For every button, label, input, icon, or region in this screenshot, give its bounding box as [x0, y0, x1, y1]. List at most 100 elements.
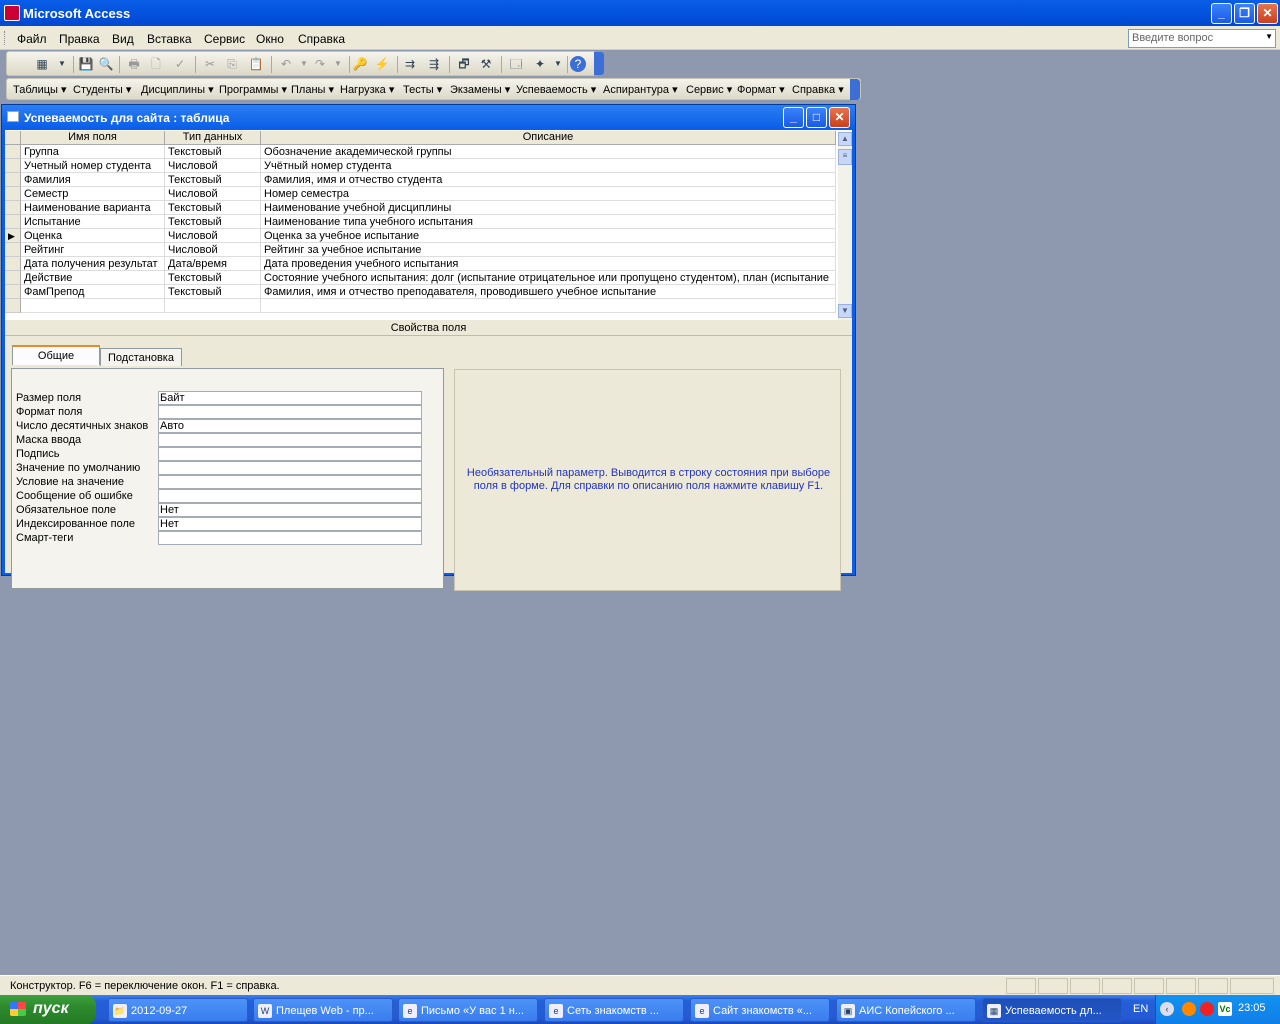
menu-window[interactable]: Окно: [256, 32, 284, 46]
insert-rows-icon[interactable]: ⇉: [401, 55, 419, 73]
chevron-down-icon[interactable]: ▼: [1265, 32, 1273, 41]
tab-general[interactable]: Общие: [12, 345, 100, 365]
data-type-cell[interactable]: Текстовый: [165, 145, 261, 159]
task-ie-1[interactable]: e Письмо «У вас 1 н...: [398, 998, 538, 1022]
save-icon[interactable]: 💾: [77, 55, 95, 73]
data-type-cell[interactable]: Числовой: [165, 159, 261, 173]
task-folder[interactable]: 📁 2012-09-27: [108, 998, 248, 1022]
start-button[interactable]: пуск: [0, 995, 96, 1024]
menu-help[interactable]: Справка: [298, 32, 345, 46]
table-row[interactable]: Группа Текстовый Обозначение академической…: [5, 145, 836, 159]
indexes-icon[interactable]: ⚡: [373, 55, 391, 73]
menu-file[interactable]: Файл: [17, 32, 47, 46]
redo-icon[interactable]: ↷: [311, 55, 329, 73]
row-selector[interactable]: [5, 271, 21, 285]
row-selector[interactable]: [5, 215, 21, 229]
data-type-cell[interactable]: Числовой: [165, 243, 261, 257]
primary-key-icon[interactable]: 🔑: [351, 55, 369, 73]
new-object-icon[interactable]: ✦: [531, 55, 549, 73]
property-value-field[interactable]: [158, 405, 422, 419]
copy-icon[interactable]: ⎘: [223, 55, 241, 73]
restore-button[interactable]: ❐: [1234, 3, 1255, 24]
property-value-field[interactable]: Байт: [158, 391, 422, 405]
data-type-cell[interactable]: Дата/время: [165, 257, 261, 271]
description-cell[interactable]: Наименование типа учебного испытания: [261, 215, 836, 229]
tb2-format[interactable]: Формат ▾: [737, 83, 785, 96]
property-value-field[interactable]: [158, 447, 422, 461]
property-value-field[interactable]: [158, 531, 422, 545]
tb2-postgrad[interactable]: Аспирантура ▾: [603, 83, 678, 96]
toolbar-options-icon[interactable]: [594, 52, 604, 75]
inner-close-button[interactable]: ✕: [829, 107, 850, 128]
ask-question-input[interactable]: Введите вопрос ▼: [1128, 29, 1276, 48]
print-preview-icon[interactable]: 🗋: [147, 55, 165, 73]
field-name-cell[interactable]: Фамилия: [21, 173, 165, 187]
description-cell[interactable]: Обозначение академической группы: [261, 145, 836, 159]
description-cell[interactable]: Дата проведения учебного испытания: [261, 257, 836, 271]
tab-lookup[interactable]: Подстановка: [100, 348, 182, 366]
description-cell[interactable]: Состояние учебного испытания: долг (испы…: [261, 271, 836, 285]
data-type-cell[interactable]: Текстовый: [165, 215, 261, 229]
data-type-cell[interactable]: Текстовый: [165, 285, 261, 299]
field-name-cell[interactable]: ФамПрепод: [21, 285, 165, 299]
paste-icon[interactable]: 📋: [247, 55, 265, 73]
tb2-service[interactable]: Сервис ▾: [686, 83, 732, 96]
row-selector[interactable]: [5, 243, 21, 257]
property-value-field[interactable]: Нет: [158, 517, 422, 531]
minimize-button[interactable]: _: [1211, 3, 1232, 24]
property-value-field[interactable]: [158, 489, 422, 503]
field-name-cell[interactable]: Семестр: [21, 187, 165, 201]
description-cell[interactable]: Номер семестра: [261, 187, 836, 201]
grid-vertical-scrollbar[interactable]: ▲ ≡ ▼: [838, 132, 852, 320]
table-row[interactable]: Семестр Числовой Номер семестра: [5, 187, 836, 201]
description-cell[interactable]: Учётный номер студента: [261, 159, 836, 173]
search-file-icon[interactable]: 🔍: [97, 55, 115, 73]
menubar-grip[interactable]: [4, 31, 7, 45]
field-name-cell[interactable]: Испытание: [21, 215, 165, 229]
row-selector[interactable]: [5, 257, 21, 271]
inner-minimize-button[interactable]: _: [783, 107, 804, 128]
tb2-tables[interactable]: Таблицы ▾: [13, 83, 67, 96]
menu-edit[interactable]: Правка: [59, 32, 100, 46]
data-type-cell[interactable]: Числовой: [165, 187, 261, 201]
row-selector[interactable]: [5, 187, 21, 201]
tb2-workload[interactable]: Нагрузка ▾: [340, 83, 394, 96]
tb2-tests[interactable]: Тесты ▾: [403, 83, 442, 96]
property-value-field[interactable]: [158, 433, 422, 447]
tb2-exams[interactable]: Экзамены ▾: [450, 83, 510, 96]
description-cell[interactable]: Фамилия, имя и отчество студента: [261, 173, 836, 187]
close-button[interactable]: ✕: [1257, 3, 1278, 24]
row-selector[interactable]: [5, 145, 21, 159]
tb2-help[interactable]: Справка ▾: [792, 83, 844, 96]
toolbar2-options-icon[interactable]: [850, 79, 860, 100]
description-cell[interactable]: Фамилия, имя и отчество преподавателя, п…: [261, 285, 836, 299]
row-selector[interactable]: [5, 173, 21, 187]
scroll-thumb[interactable]: ≡: [838, 149, 852, 165]
view-icon[interactable]: ▦: [33, 55, 51, 73]
spelling-icon[interactable]: ✓: [171, 55, 189, 73]
field-name-cell[interactable]: Рейтинг: [21, 243, 165, 257]
table-row[interactable]: Действие Текстовый Состояние учебного испы…: [5, 271, 836, 285]
property-value-field[interactable]: [158, 475, 422, 489]
field-name-cell[interactable]: [21, 299, 165, 313]
help-icon[interactable]: ?: [570, 56, 586, 72]
browser-tray-icon[interactable]: [1182, 1002, 1196, 1016]
language-indicator[interactable]: EN: [1133, 1003, 1148, 1015]
task-ais[interactable]: ▣ АИС Копейского ...: [836, 998, 976, 1022]
task-ie-3[interactable]: e Сайт знакомств «...: [690, 998, 830, 1022]
tb2-programs[interactable]: Программы ▾: [219, 83, 287, 96]
table-row[interactable]: ▶ Оценка Числовой Оценка за учебное испытан…: [5, 229, 836, 243]
task-access-table[interactable]: ▦ Успеваемость дл...: [982, 998, 1122, 1022]
print-icon[interactable]: 🖶: [125, 55, 143, 73]
cut-icon[interactable]: ✂: [201, 55, 219, 73]
menu-tools[interactable]: Сервис: [204, 32, 245, 46]
vc-tray-icon[interactable]: Vc: [1218, 1002, 1232, 1016]
row-selector[interactable]: [5, 201, 21, 215]
property-value-field[interactable]: Авто: [158, 419, 422, 433]
description-cell[interactable]: [261, 299, 836, 313]
description-cell[interactable]: Оценка за учебное испытание: [261, 229, 836, 243]
data-type-cell[interactable]: Числовой: [165, 229, 261, 243]
table-row[interactable]: [5, 299, 836, 313]
tb2-disciplines[interactable]: Дисциплины ▾: [141, 83, 214, 96]
database-window-icon[interactable]: 🗔: [507, 55, 525, 73]
